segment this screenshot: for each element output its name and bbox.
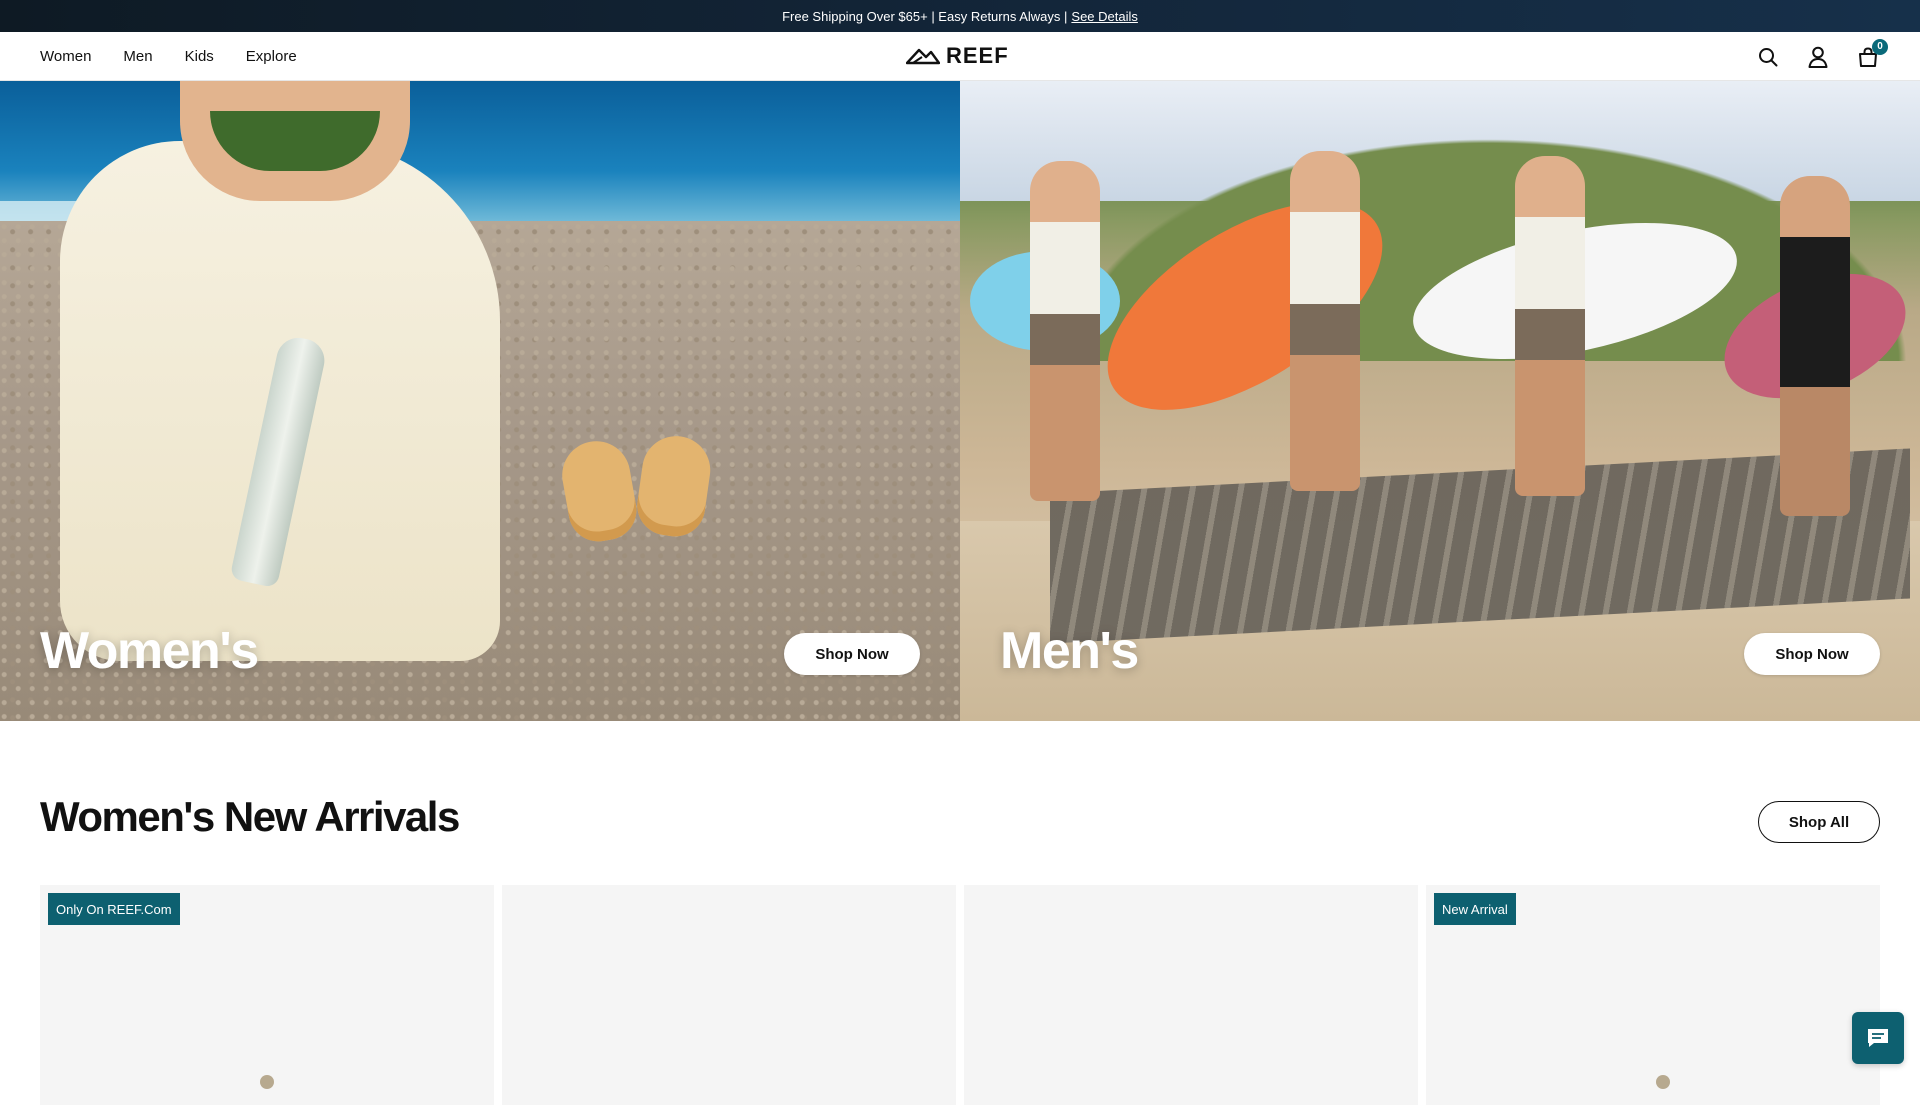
announcement-bar: Free Shipping Over $65+ | Easy Returns A…	[0, 0, 1920, 32]
cart-count-badge: 0	[1872, 38, 1888, 55]
nav-item-women[interactable]: Women	[40, 48, 91, 65]
product-image	[1656, 1075, 1670, 1089]
men-hero-title: Men's	[1000, 622, 1139, 680]
bag-icon[interactable]: 0	[1856, 38, 1888, 69]
main-nav: Women Men Kids Explore	[40, 32, 297, 81]
logo-text: REEF	[946, 43, 1009, 68]
women-shop-now-button[interactable]: Shop Now	[784, 633, 920, 675]
announcement-text: Free Shipping Over $65+ | Easy Returns A…	[782, 8, 1068, 24]
men-hero-panel[interactable]: Men's Shop Now	[960, 81, 1920, 721]
product-image	[260, 1075, 274, 1089]
nav-item-kids[interactable]: Kids	[185, 48, 214, 65]
header-icons: 0	[1756, 32, 1888, 81]
new-arrivals-heading: Women's New Arrivals	[40, 793, 460, 840]
product-card[interactable]	[964, 885, 1418, 1105]
chat-button[interactable]	[1852, 1012, 1904, 1064]
search-icon[interactable]	[1756, 45, 1780, 69]
user-icon[interactable]	[1806, 45, 1830, 69]
product-carousel: Only On REEF.Com New Arrival	[40, 885, 1880, 1105]
product-card[interactable]: Only On REEF.Com	[40, 885, 494, 1105]
product-badge: Only On REEF.Com	[48, 893, 180, 925]
women-hero-panel[interactable]: Women's Shop Now	[0, 81, 960, 721]
nav-item-men[interactable]: Men	[123, 48, 152, 65]
reef-logo-mark-icon	[906, 48, 940, 65]
reef-logo[interactable]: REEF	[906, 43, 1009, 69]
women-hero-title: Women's	[40, 622, 259, 680]
shop-all-button[interactable]: Shop All	[1758, 801, 1880, 843]
product-card[interactable]	[502, 885, 956, 1105]
hero-banners: Women's Shop Now Men's Shop Now	[0, 81, 1920, 721]
see-details-link[interactable]: See Details	[1071, 9, 1137, 24]
chat-icon	[1868, 1029, 1888, 1047]
product-badge: New Arrival	[1434, 893, 1516, 925]
site-header: Women Men Kids Explore REEF 0	[0, 32, 1920, 81]
nav-item-explore[interactable]: Explore	[246, 48, 297, 65]
men-shop-now-button[interactable]: Shop Now	[1744, 633, 1880, 675]
product-card[interactable]: New Arrival	[1426, 885, 1880, 1105]
